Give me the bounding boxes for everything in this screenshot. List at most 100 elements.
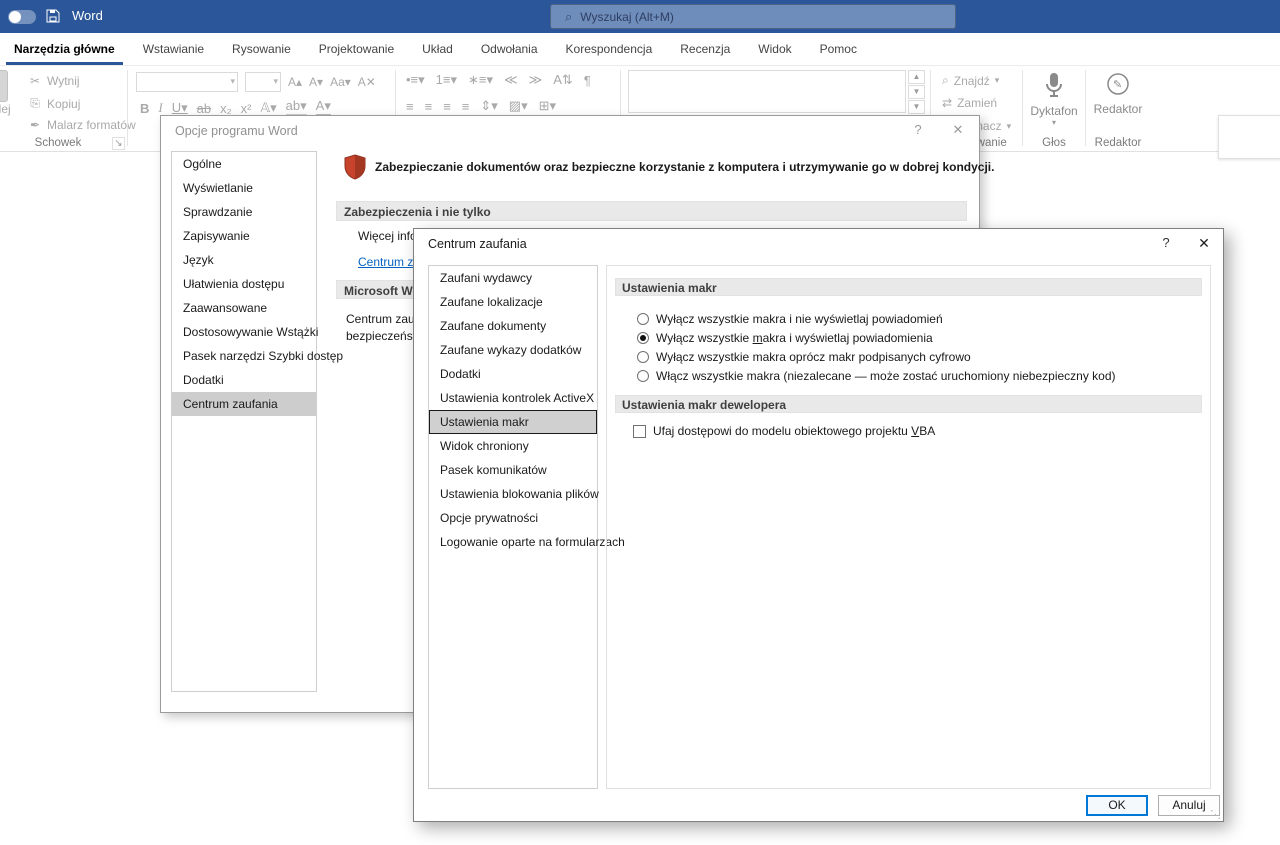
trust-nav-item[interactable]: Widok chroniony <box>429 434 597 458</box>
subscript-button[interactable]: x₂ <box>220 101 232 116</box>
grow-font-button[interactable]: A▴ <box>288 75 302 89</box>
search-icon: ⌕ <box>942 73 949 88</box>
vba-access-checkbox[interactable]: Ufaj dostępowi do modelu obiektowego pro… <box>633 424 935 438</box>
trust-nav-item[interactable]: Zaufane dokumenty <box>429 314 597 338</box>
trust-nav-item[interactable]: Dodatki <box>429 362 597 386</box>
close-icon[interactable]: ✕ <box>1193 235 1215 252</box>
ribbon-tab[interactable]: Recenzja <box>666 33 744 65</box>
align-center-button[interactable]: ≡ <box>425 99 433 114</box>
trust-nav-item[interactable]: Opcje prywatności <box>429 506 597 530</box>
format-painter-button[interactable]: ✒ Malarz formatów <box>28 118 136 132</box>
clipboard-group-label: Schowek <box>0 137 116 149</box>
shrink-font-button[interactable]: A▾ <box>309 75 323 89</box>
help-button[interactable]: ? <box>1155 235 1177 250</box>
trust-nav-item[interactable]: Ustawienia blokowania plików <box>429 482 597 506</box>
strikethrough-button[interactable]: ab <box>197 101 211 116</box>
ribbon-tab[interactable]: Narzędzia główne <box>0 33 129 65</box>
toggle-knob-icon <box>9 11 21 23</box>
close-icon[interactable]: ✕ <box>947 122 969 138</box>
increase-indent-button[interactable]: ≫ <box>529 72 543 88</box>
help-button[interactable]: ? <box>907 122 929 137</box>
format-painter-icon: ✒ <box>28 118 42 132</box>
multilevel-list-button[interactable]: ∗≡▾ <box>468 72 493 88</box>
align-right-button[interactable]: ≡ <box>443 99 451 114</box>
shading-button[interactable]: ▨▾ <box>509 98 528 114</box>
title-bar: Word ⌕ Wyszukaj (Alt+M) <box>0 0 1280 33</box>
options-nav-item[interactable]: Wyświetlanie <box>172 176 316 200</box>
clipboard-icon <box>0 70 8 102</box>
ribbon-tab[interactable]: Korespondencja <box>552 33 667 65</box>
justify-button[interactable]: ≡ <box>462 99 470 114</box>
find-button[interactable]: ⌕ Znajdź ▾ <box>942 73 999 88</box>
text-effects-button[interactable]: 𝔸▾ <box>261 100 277 116</box>
section-security-header: Zabezpieczenia i nie tylko <box>336 201 967 221</box>
options-nav-item[interactable]: Ułatwienia dostępu <box>172 272 316 296</box>
options-nav-item[interactable]: Sprawdzanie <box>172 200 316 224</box>
save-icon[interactable] <box>46 9 60 26</box>
options-nav-item[interactable]: Ogólne <box>172 152 316 176</box>
styles-gallery-scroll: ▲ ▼ ▼ <box>908 70 925 114</box>
gallery-expand-icon[interactable]: ▼ <box>908 100 925 114</box>
options-nav-item[interactable]: Język <box>172 248 316 272</box>
paste-button[interactable]: Wklej <box>0 70 18 116</box>
options-nav-item[interactable]: Centrum zaufania <box>172 392 316 416</box>
ribbon-tab[interactable]: Rysowanie <box>218 33 305 65</box>
gallery-up-icon[interactable]: ▲ <box>908 70 925 84</box>
trust-nav-item[interactable]: Ustawienia kontrolek ActiveX <box>429 386 597 410</box>
editor-button[interactable]: ✎ Redaktor <box>1090 71 1146 116</box>
scissors-icon: ✂ <box>28 74 42 88</box>
ribbon-tab[interactable]: Odwołania <box>467 33 552 65</box>
ribbon-tab[interactable]: Układ <box>408 33 467 65</box>
font-name-combo[interactable]: ▾ <box>136 72 238 92</box>
clear-formatting-button[interactable]: A✕ <box>358 75 376 89</box>
checkbox-icon <box>633 425 646 438</box>
options-nav-item[interactable]: Dostosowywanie Wstążki <box>172 320 316 344</box>
copy-button[interactable]: ⎘ Kopiuj <box>28 96 80 111</box>
dictate-button[interactable]: Dyktafon ▾ <box>1028 71 1080 127</box>
options-nav-item[interactable]: Dodatki <box>172 368 316 392</box>
replace-button[interactable]: ⇄ Zamień <box>942 96 997 110</box>
ribbon-tab[interactable]: Projektowanie <box>305 33 408 65</box>
gallery-down-icon[interactable]: ▼ <box>908 85 925 99</box>
macro-radio-option[interactable]: Włącz wszystkie makra (niezalecane — moż… <box>637 366 1116 385</box>
trust-nav-item[interactable]: Pasek komunikatów <box>429 458 597 482</box>
trust-nav-item[interactable]: Ustawienia makr <box>429 410 597 434</box>
trust-nav-item[interactable]: Zaufane lokalizacje <box>429 290 597 314</box>
bullets-button[interactable]: •≡▾ <box>406 72 425 88</box>
show-marks-button[interactable]: ¶ <box>584 73 591 88</box>
decrease-indent-button[interactable]: ≪ <box>504 72 518 88</box>
clipboard-dialog-launcher-icon[interactable]: ↘ <box>112 137 125 150</box>
superscript-button[interactable]: x² <box>241 101 252 116</box>
borders-button[interactable]: ⊞▾ <box>539 98 556 114</box>
chevron-down-icon: ▾ <box>995 75 1000 86</box>
macro-radio-option[interactable]: Wyłącz wszystkie makra i nie wyświetlaj … <box>637 309 1116 328</box>
trust-nav-item[interactable]: Zaufane wykazy dodatków <box>429 338 597 362</box>
cut-button[interactable]: ✂ Wytnij <box>28 74 80 88</box>
font-size-combo[interactable]: ▾ <box>245 72 281 92</box>
ok-button[interactable]: OK <box>1086 795 1148 816</box>
italic-button[interactable]: I <box>158 100 162 116</box>
options-nav-item[interactable]: Zapisywanie <box>172 224 316 248</box>
macro-radio-option[interactable]: Wyłącz wszystkie makra oprócz makr podpi… <box>637 347 1116 366</box>
align-left-button[interactable]: ≡ <box>406 99 414 114</box>
chevron-down-icon: ▾ <box>273 76 278 87</box>
ribbon-tab[interactable]: Wstawianie <box>129 33 218 65</box>
voice-group-label: Głos <box>1028 137 1080 149</box>
ribbon-tab[interactable]: Widok <box>744 33 805 65</box>
search-input[interactable]: ⌕ Wyszukaj (Alt+M) <box>550 4 956 29</box>
options-nav-item[interactable]: Pasek narzędzi Szybki dostęp <box>172 344 316 368</box>
bold-button[interactable]: B <box>140 101 149 116</box>
ribbon-tab[interactable]: Pomoc <box>806 33 871 65</box>
macro-radio-option[interactable]: Wyłącz wszystkie makra i wyświetlaj powi… <box>637 328 1116 347</box>
numbering-button[interactable]: 1≡▾ <box>436 72 457 88</box>
sort-button[interactable]: A⇅ <box>553 72 573 88</box>
trust-nav-item[interactable]: Logowanie oparte na formularzach <box>429 530 597 554</box>
styles-gallery[interactable] <box>628 70 906 113</box>
trust-nav-item[interactable]: Zaufani wydawcy <box>429 266 597 290</box>
autosave-toggle[interactable] <box>8 10 36 24</box>
line-spacing-button[interactable]: ⇕▾ <box>480 98 497 114</box>
change-case-button[interactable]: Aa▾ <box>330 75 351 89</box>
underline-button[interactable]: U▾ <box>172 100 188 116</box>
options-nav-item[interactable]: Zaawansowane <box>172 296 316 320</box>
resize-grip[interactable]: ⋱ <box>1210 808 1221 821</box>
